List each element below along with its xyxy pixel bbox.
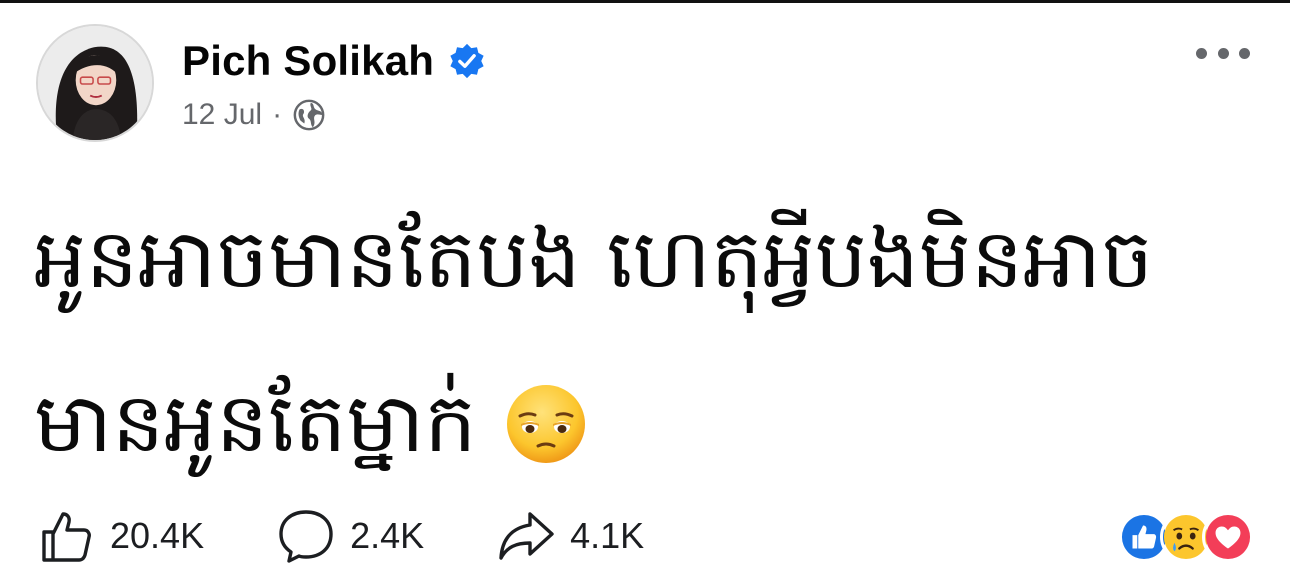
pensive-face-emoji — [507, 385, 586, 463]
more-dot-icon — [1196, 47, 1207, 59]
more-dot-icon — [1239, 47, 1250, 59]
meta-separator: · — [272, 98, 283, 131]
comment-button[interactable]: 2.4K — [276, 506, 424, 566]
post-meta: 12 Jul · — [182, 94, 326, 136]
top-border — [0, 0, 1290, 3]
verified-badge-icon — [450, 43, 484, 79]
like-button[interactable]: 20.4K — [36, 506, 204, 566]
post-date[interactable]: 12 Jul — [182, 98, 262, 132]
post-text-line: មានអូនតែម្នាក់ — [34, 342, 1254, 506]
comment-count: 2.4K — [350, 515, 425, 556]
comment-icon — [279, 510, 333, 563]
avatar[interactable] — [36, 24, 154, 142]
post-header-author: Pich Solikah — [182, 36, 486, 86]
share-count: 4.1K — [570, 515, 645, 556]
thumbs-up-icon — [42, 512, 91, 562]
share-arrow-icon — [499, 512, 554, 560]
profile-photo — [38, 26, 152, 140]
love-reaction-icon — [1202, 511, 1254, 563]
post-text-line-2: មានអូនតែម្នាក់ — [34, 376, 477, 471]
post-text-line: អូនអាចមានតែបង ហេតុអ្វីបងមិនអាច — [34, 178, 1254, 342]
post-text-line-1: អូនអាចមានតែបង ហេតុអ្វីបងមិនអាច — [34, 212, 1154, 307]
post-actions: 20.4K 2.4K 4.1K — [36, 506, 716, 566]
share-button[interactable]: 4.1K — [496, 506, 644, 566]
like-count: 20.4K — [110, 515, 205, 556]
more-dot-icon — [1217, 47, 1229, 59]
reaction-summary[interactable] — [1118, 510, 1254, 564]
post-text: អូនអាចមានតែបង ហេតុអ្វីបងមិនអាច មានអូនតែម… — [34, 178, 1254, 506]
author-name[interactable]: Pich Solikah — [182, 37, 434, 85]
globe-icon — [293, 99, 325, 131]
more-options-button[interactable] — [1196, 38, 1250, 68]
